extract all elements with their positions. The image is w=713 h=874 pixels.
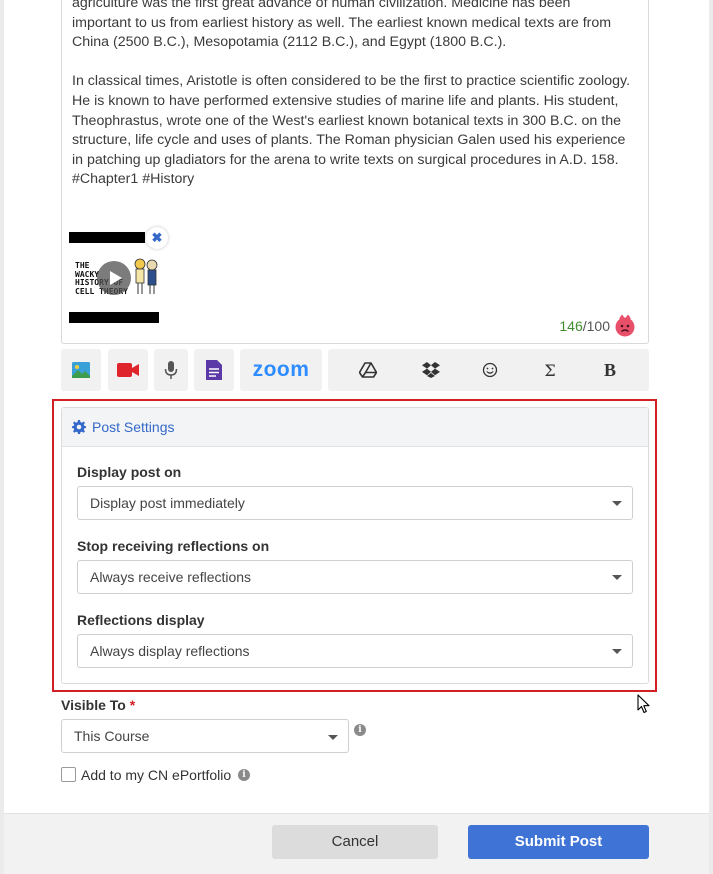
- google-drive-button[interactable]: [353, 349, 383, 391]
- mouse-cursor-icon: [637, 694, 650, 714]
- document-icon: [206, 360, 222, 380]
- dropbox-icon: [422, 362, 440, 378]
- post-body[interactable]: agriculture was the first great advance …: [72, 0, 632, 210]
- counter-used: 146: [559, 318, 583, 334]
- post-settings-title: Post Settings: [92, 419, 175, 435]
- zoom-button[interactable]: zoom: [240, 349, 322, 391]
- zoom-logo: zoom: [252, 358, 310, 381]
- cartoon-figures-icon: [134, 258, 158, 294]
- visible-to-value: This Course: [74, 728, 150, 744]
- angry-face-icon: [615, 315, 635, 337]
- stop-reflections-label: Stop receiving reflections on: [77, 538, 270, 554]
- info-icon[interactable]: i: [238, 769, 250, 781]
- post-settings-header[interactable]: Post Settings: [62, 408, 648, 447]
- counter-max: /100: [582, 318, 610, 334]
- chevron-down-icon: [612, 649, 622, 654]
- reflections-display-label: Reflections display: [77, 612, 205, 628]
- post-paragraph-1: agriculture was the first great advance …: [72, 0, 616, 51]
- chevron-down-icon: [612, 501, 622, 506]
- post-paragraph-2: In classical times, Aristotle is often c…: [72, 73, 634, 188]
- redaction-bar: [69, 312, 159, 323]
- reflections-display-select[interactable]: Always display reflections: [77, 634, 633, 668]
- chevron-down-icon: [328, 735, 338, 740]
- info-icon[interactable]: i: [354, 724, 366, 736]
- insert-image-button[interactable]: [61, 349, 101, 391]
- visible-to-select[interactable]: This Course: [61, 719, 349, 753]
- submit-post-button[interactable]: Submit Post: [468, 825, 649, 859]
- google-drive-icon: [359, 362, 377, 378]
- post-settings-card: Post Settings Display post on Display po…: [61, 407, 649, 684]
- visible-to-text: Visible To: [61, 697, 126, 713]
- insert-video-button[interactable]: [108, 349, 148, 391]
- eportfolio-label[interactable]: Add to my CN ePortfolio: [81, 767, 231, 783]
- eportfolio-text: Add to my CN ePortfolio: [81, 767, 232, 783]
- post-editor[interactable]: agriculture was the first great advance …: [61, 0, 649, 344]
- dropbox-button[interactable]: [416, 349, 446, 391]
- reflections-display-value: Always display reflections: [90, 643, 250, 659]
- chevron-down-icon: [612, 575, 622, 580]
- redaction-bar: [69, 232, 145, 243]
- display-on-value: Display post immediately: [90, 495, 245, 511]
- cancel-button[interactable]: Cancel: [272, 825, 438, 859]
- play-icon[interactable]: [97, 261, 131, 295]
- smiley-icon: [482, 362, 498, 378]
- required-mark: *: [129, 697, 136, 713]
- emoji-button[interactable]: [475, 349, 505, 391]
- visible-to-label: Visible To *: [61, 697, 135, 713]
- sigma-icon: Σ: [544, 360, 556, 380]
- stop-reflections-value: Always receive reflections: [90, 569, 252, 585]
- display-on-label: Display post on: [77, 464, 182, 480]
- microphone-icon: [164, 361, 178, 379]
- video-thumbnail[interactable]: THE WACKY HISTORY OF CELL THEORY: [71, 250, 159, 308]
- video-attachment[interactable]: THE WACKY HISTORY OF CELL THEORY ✖: [69, 227, 168, 324]
- video-icon: [117, 363, 139, 377]
- eportfolio-checkbox[interactable]: [61, 767, 76, 782]
- character-counter: 146/100: [559, 318, 610, 334]
- gear-icon: [72, 420, 86, 434]
- insert-document-button[interactable]: [194, 349, 234, 391]
- bold-button[interactable]: B: [595, 349, 625, 391]
- stop-reflections-select[interactable]: Always receive reflections: [77, 560, 633, 594]
- record-audio-button[interactable]: [154, 349, 188, 391]
- remove-attachment-icon[interactable]: ✖: [146, 227, 168, 249]
- equation-button[interactable]: Σ: [535, 349, 565, 391]
- bold-icon: B: [603, 359, 616, 380]
- editor-toolbar: zoom Σ B: [61, 349, 649, 391]
- image-icon: [72, 362, 90, 378]
- display-on-select[interactable]: Display post immediately: [77, 486, 633, 520]
